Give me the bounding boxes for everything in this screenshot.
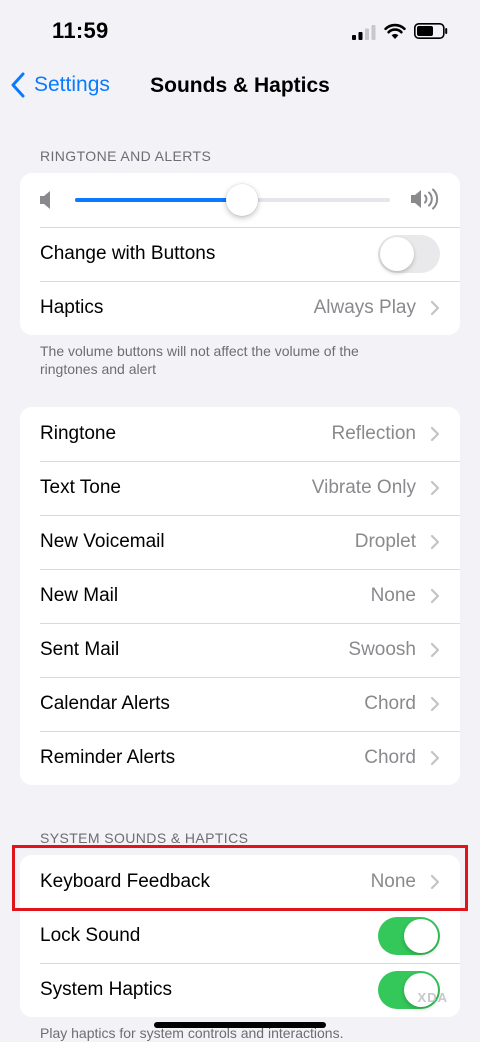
chevron-right-icon [430,642,440,658]
haptics-row[interactable]: Haptics Always Play [20,281,460,335]
status-time: 11:59 [52,18,109,43]
tone-label: Text Tone [40,477,121,498]
toggle-knob [380,237,414,271]
tone-row[interactable]: Text Tone Vibrate Only [20,461,460,515]
tone-value: Chord [364,693,416,714]
home-indicator [154,1022,326,1028]
lock-sound-label: Lock Sound [40,925,141,946]
ringtone-footer: The volume buttons will not affect the v… [40,343,359,377]
lock-sound-toggle[interactable] [378,917,440,955]
tone-value: Swoosh [348,639,416,660]
tones-group: Ringtone Reflection Text Tone Vibrate Only N… [20,407,460,785]
tone-row[interactable]: New Voicemail Droplet [20,515,460,569]
volume-slider-fill [75,198,242,202]
tone-label: New Voicemail [40,531,165,552]
toggle-knob [404,919,438,953]
tone-label: Sent Mail [40,639,120,660]
haptics-value: Always Play [313,297,416,318]
ringtone-group: Change with Buttons Haptics Always Play [20,173,460,335]
section-header-ringtone: RINGTONE AND ALERTS [40,148,212,164]
chevron-right-icon [430,696,440,712]
tone-value: Reflection [331,423,417,444]
page-title: Sounds & Haptics [150,74,330,97]
navigation-bar: Settings Sounds & Haptics [0,64,480,108]
haptics-label: Haptics [40,297,104,318]
system-haptics-label: System Haptics [40,979,172,1000]
tone-row[interactable]: Ringtone Reflection [20,407,460,461]
tone-value: Vibrate Only [311,477,416,498]
section-header-system: SYSTEM SOUNDS & HAPTICS [40,830,249,846]
tone-label: New Mail [40,585,119,606]
tone-value: Droplet [354,531,416,552]
chevron-right-icon [430,588,440,604]
battery-icon [414,23,448,39]
change-with-buttons-label: Change with Buttons [40,243,216,264]
chevron-right-icon [430,750,440,766]
tone-row[interactable]: Sent Mail Swoosh [20,623,460,677]
volume-low-icon [40,191,50,209]
lock-sound-row: Lock Sound [20,909,460,963]
tone-value: None [370,585,416,606]
tone-label: Ringtone [40,423,117,444]
system-haptics-row: System Haptics [20,963,460,1017]
status-bar: 11:59 [0,0,480,64]
tone-value: Chord [364,747,416,768]
tone-row[interactable]: Calendar Alerts Chord [20,677,460,731]
tone-row[interactable]: Reminder Alerts Chord [20,731,460,785]
cellular-signal-icon [352,25,376,40]
chevron-right-icon [430,480,440,496]
change-with-buttons-toggle[interactable] [378,235,440,273]
volume-slider-thumb[interactable] [225,184,258,216]
chevron-right-icon [430,534,440,550]
chevron-right-icon [430,426,440,442]
tone-label: Reminder Alerts [40,747,176,768]
watermark-logo: XDA [417,990,448,1005]
volume-high-icon [411,188,439,210]
tone-label: Calendar Alerts [40,693,170,714]
wifi-icon [384,23,406,39]
chevron-right-icon [430,300,440,316]
volume-slider[interactable] [75,184,390,216]
highlight-box [12,845,468,911]
tone-row[interactable]: New Mail None [20,569,460,623]
change-with-buttons-row: Change with Buttons [20,227,460,281]
volume-slider-row [20,173,460,227]
